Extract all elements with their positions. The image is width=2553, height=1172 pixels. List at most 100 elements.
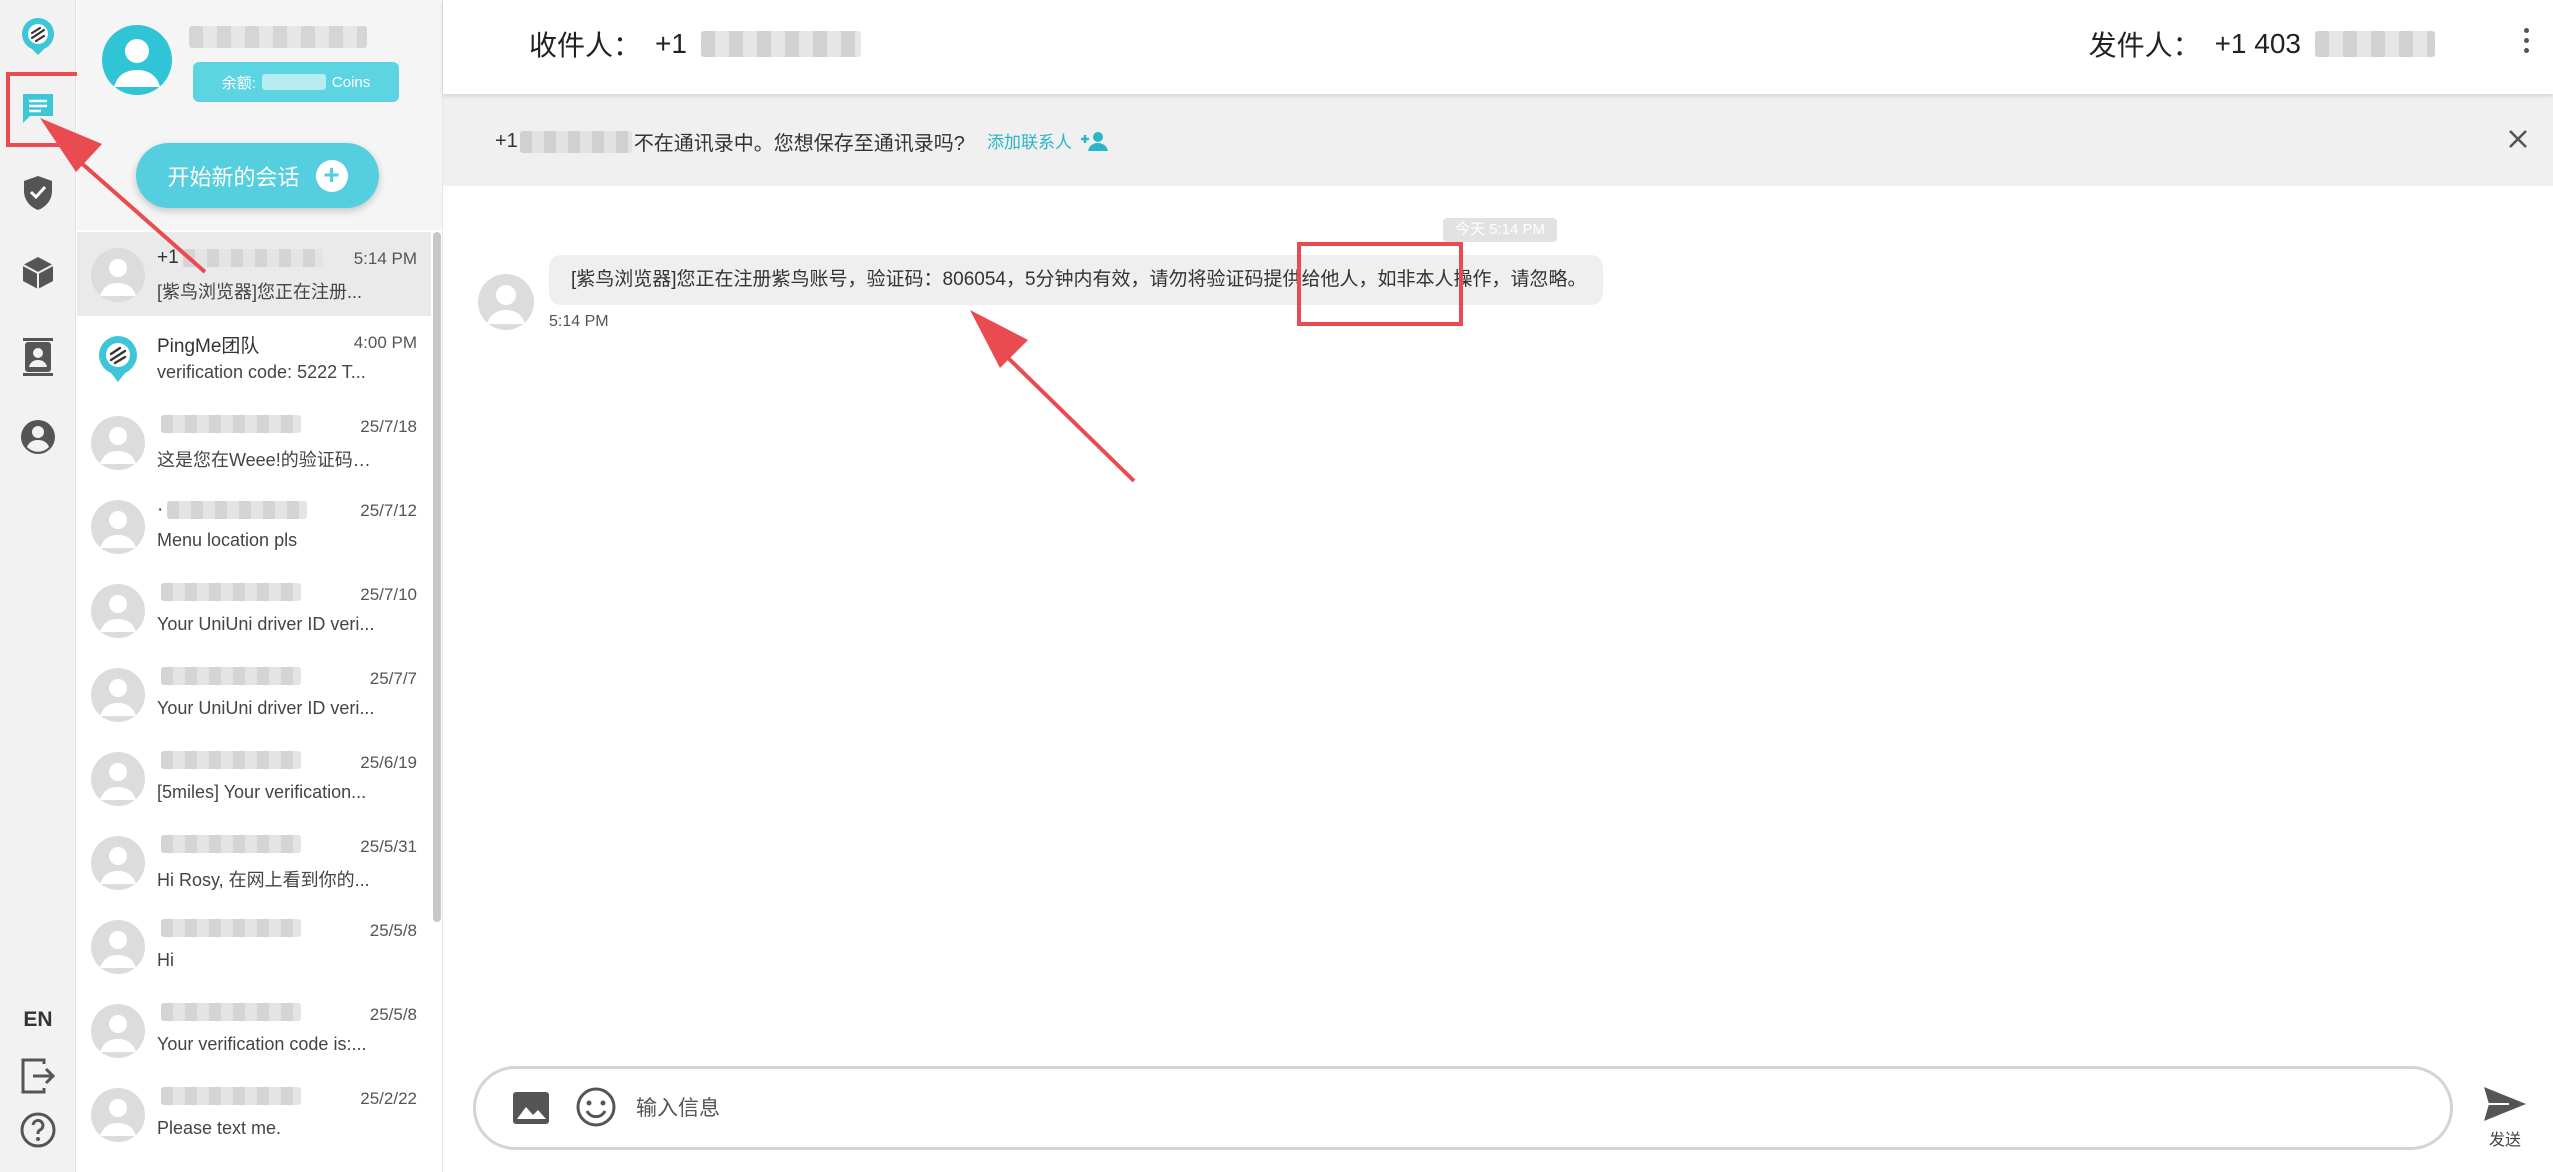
conversation-item[interactable]: · 25/7/12 Menu location pls — [77, 484, 431, 568]
conversation-item[interactable]: 25/6/19 [5miles] Your verification... — [77, 736, 431, 820]
conversation-panel: 余额: Coins 开始新的会话 + +1 5:14 PM [紫鸟浏览器]您正在注册… — [77, 0, 443, 1172]
conversation-name-redacted — [161, 1087, 301, 1105]
sender-number: +1 403 — [2214, 28, 2301, 59]
recipient-number-redacted — [700, 31, 861, 57]
logout-icon[interactable] — [12, 1050, 64, 1102]
conversation-name-redacted — [161, 919, 301, 937]
conversation-name: +1 — [157, 247, 323, 269]
send-button[interactable]: 发送 — [2477, 1084, 2533, 1154]
conversation-name — [157, 1003, 301, 1021]
conversation-list: +1 5:14 PM [紫鸟浏览器]您正在注册... PingMe团队 4:00 PM v… — [77, 232, 431, 1156]
conversation-time: 25/5/8 — [369, 921, 417, 940]
profile-avatar[interactable] — [102, 25, 172, 95]
notice-prefix: +1 — [495, 130, 518, 152]
account-icon[interactable] — [12, 411, 64, 463]
more-options-icon[interactable] — [2521, 28, 2531, 58]
conversation-name-redacted — [161, 415, 301, 433]
language-toggle[interactable]: EN — [0, 1008, 76, 1032]
conversation-time: 25/7/7 — [369, 669, 417, 688]
contact-avatar — [91, 1004, 145, 1058]
conversation-preview: Hi — [157, 950, 174, 970]
contact-avatar — [91, 752, 145, 806]
conversation-name-redacted — [161, 583, 301, 601]
add-contact-button[interactable]: 添加联系人 — [987, 128, 1110, 153]
contact-avatar — [91, 500, 145, 554]
notice-number-redacted — [519, 130, 632, 153]
contact-avatar — [91, 836, 145, 890]
contact-avatar — [91, 416, 145, 470]
conversation-item[interactable]: +1 5:14 PM [紫鸟浏览器]您正在注册... — [77, 232, 431, 316]
pingme-logo-icon[interactable] — [12, 10, 64, 62]
messages-icon[interactable] — [12, 83, 64, 135]
coins-amount-redacted — [261, 74, 326, 90]
recipient: 收件人： +1 — [529, 24, 861, 64]
conversation-preview: [紫鸟浏览器]您正在注册... — [157, 282, 363, 302]
message-input[interactable] — [636, 1087, 2416, 1131]
conversation-name — [157, 919, 301, 937]
conversation-preview: Hi Rosy, 在网上看到你的... — [157, 870, 370, 890]
conversation-time: 25/5/8 — [369, 1005, 417, 1024]
contact-avatar — [91, 1088, 145, 1142]
recipient-number: +1 — [655, 28, 687, 59]
conversation-item[interactable]: 25/5/8 Hi — [77, 904, 431, 988]
help-icon[interactable] — [12, 1104, 64, 1156]
conversation-item[interactable]: 25/2/22 Please text me. — [77, 1072, 431, 1156]
send-icon — [2484, 1087, 2526, 1121]
conversation-time: 25/7/12 — [360, 501, 417, 520]
contact-avatar — [91, 248, 145, 302]
plus-icon: + — [315, 159, 348, 192]
conversation-name — [157, 667, 301, 685]
message-time: 5:14 PM — [549, 313, 609, 330]
conversation-item[interactable]: 25/5/8 Your verification code is:... — [77, 988, 431, 1072]
conversation-name — [157, 751, 301, 769]
image-icon[interactable] — [510, 1087, 552, 1129]
conversation-preview: 这是您在Weee!的验证码3... — [157, 450, 377, 470]
conversation-name-redacted — [161, 835, 301, 853]
chat-header: 收件人： +1 发件人： +1 403 — [443, 0, 2553, 94]
conversation-item[interactable]: PingMe团队 4:00 PM verification code: 5222 T… — [77, 316, 431, 400]
pingme-logo-icon — [91, 332, 145, 386]
close-icon[interactable] — [2503, 124, 2533, 154]
cube-icon[interactable] — [12, 247, 64, 299]
sender: 发件人： +1 403 — [2089, 24, 2435, 64]
contacts-icon[interactable] — [12, 330, 64, 382]
profile-name-redacted — [189, 26, 367, 48]
add-person-icon — [1081, 131, 1108, 151]
message-bubble[interactable]: [紫鸟浏览器]您正在注册紫鸟账号，验证码：806054，5分钟内有效，请勿将验证… — [549, 255, 1603, 305]
unknown-contact-notice: +1 不在通讯录中。您想保存至通讯录吗? 添加联系人 — [443, 94, 2553, 186]
conversation-item[interactable]: 25/7/10 Your UniUni driver ID veri... — [77, 568, 431, 652]
conversation-name-text: PingMe团队 — [157, 336, 260, 357]
conversation-name — [157, 415, 301, 433]
emoji-icon[interactable] — [574, 1085, 618, 1129]
conversation-preview: verification code: 5222 T... — [157, 362, 366, 382]
shield-check-icon[interactable] — [12, 167, 64, 219]
coins-balance[interactable]: 余额: Coins — [193, 62, 399, 102]
conversation-scrollbar[interactable] — [433, 232, 441, 922]
conversation-preview: [5miles] Your verification... — [157, 782, 367, 802]
conversation-name-text: +1 — [157, 247, 179, 268]
coins-prefix: 余额: — [221, 74, 256, 92]
conversation-time: 25/7/10 — [360, 585, 417, 604]
contact-avatar — [91, 668, 145, 722]
conversation-preview: Your UniUni driver ID veri... — [157, 698, 375, 718]
conversation-time: 25/6/19 — [360, 753, 417, 772]
contact-avatar — [91, 920, 145, 974]
conversation-name: · — [157, 499, 308, 521]
conversation-name-redacted — [161, 667, 301, 685]
conversation-preview: Please text me. — [157, 1118, 282, 1138]
conversation-name-redacted — [161, 751, 301, 769]
new-conversation-label: 开始新的会话 — [167, 164, 300, 190]
message-avatar — [478, 274, 534, 330]
add-contact-label: 添加联系人 — [987, 133, 1072, 152]
conversation-item[interactable]: 25/7/18 这是您在Weee!的验证码3... — [77, 400, 431, 484]
notice-message: 不在通讯录中。您想保存至通讯录吗? — [633, 133, 965, 155]
conversation-time: 4:00 PM — [353, 333, 417, 352]
conversation-item[interactable]: 25/5/31 Hi Rosy, 在网上看到你的... — [77, 820, 431, 904]
new-conversation-button[interactable]: 开始新的会话 + — [136, 143, 379, 208]
conversation-name — [157, 1087, 301, 1105]
contact-avatar — [91, 584, 145, 638]
conversation-name: PingMe团队 — [157, 331, 259, 358]
notice-text: +1 不在通讯录中。您想保存至通讯录吗? — [495, 127, 965, 156]
conversation-item[interactable]: 25/7/7 Your UniUni driver ID veri... — [77, 652, 431, 736]
profile-card: 余额: Coins 开始新的会话 + — [77, 0, 442, 230]
